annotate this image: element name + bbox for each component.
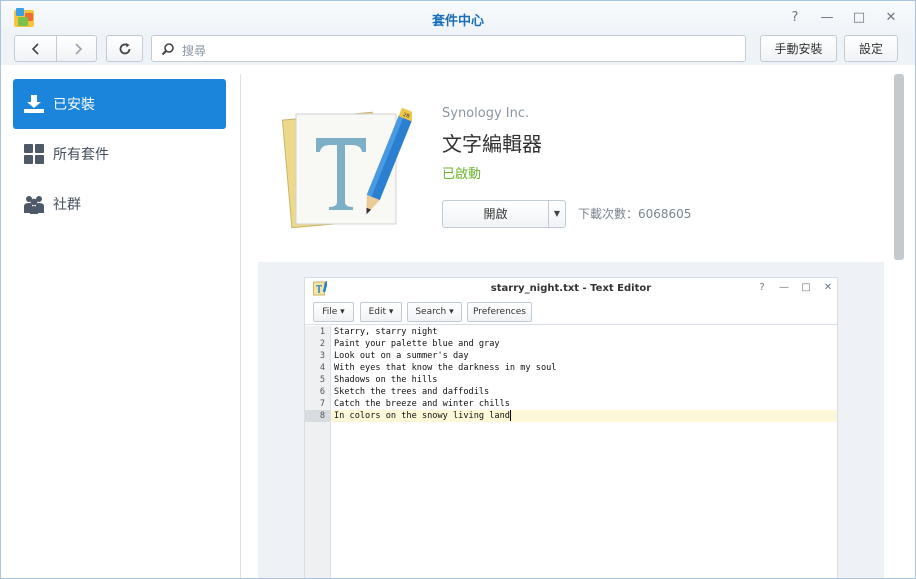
code-line: 4 With eyes that know the darkness in my … (319, 363, 557, 373)
help-button[interactable]: ? (785, 8, 805, 28)
text-cursor (509, 410, 511, 421)
package-status: 已啟動 (442, 167, 482, 182)
search-icon (161, 43, 174, 56)
sidebar-item-label: 社群 (53, 197, 81, 213)
editor-edit-menu: Edit ▾ (360, 302, 402, 322)
title-bar: 套件中心 ? — □ ✕ (1, 1, 915, 35)
download-count: 下載次數：6068605 (578, 207, 692, 221)
chevron-right-icon (74, 42, 82, 55)
nav-group (14, 35, 97, 62)
search-placeholder: 搜尋 (182, 44, 207, 58)
editor-help-icon: ? (759, 282, 765, 293)
sidebar-item-installed[interactable]: 已安裝 (13, 79, 226, 129)
sidebar-item-all-packages[interactable]: 所有套件 (13, 129, 226, 179)
screenshot-area: starry_night.txt - Text Editor ? — □ ✕ F… (258, 262, 884, 578)
maximize-button[interactable]: □ (849, 8, 869, 28)
forward-button[interactable] (57, 36, 98, 61)
sidebar-item-community[interactable]: 社群 (13, 179, 226, 229)
editor-toolbar: File ▾ Edit ▾ Search ▾ Preferences (305, 300, 837, 325)
community-icon (23, 193, 45, 215)
editor-body: 1 Starry, starry night 2 Paint your palett… (305, 326, 837, 578)
package-vendor: Synology Inc. (442, 106, 530, 121)
editor-title-bar: starry_night.txt - Text Editor ? — □ ✕ (305, 278, 837, 300)
search-input[interactable]: 搜尋 (151, 35, 746, 62)
refresh-button[interactable] (106, 35, 143, 62)
code-line: 6 Sketch the trees and daffodils (319, 387, 490, 397)
editor-minimize-icon: — (779, 282, 789, 293)
editor-search-menu: Search ▾ (407, 302, 462, 322)
code-line: 3 Look out on a summer's day (319, 351, 469, 361)
editor-file-menu: File ▾ (313, 302, 354, 322)
package-name: 文字編輯器 (442, 132, 542, 156)
code-line-active: 8 In colors on the snowy living land (305, 410, 837, 422)
download-icon (23, 93, 45, 115)
package-detail-panel: 2B Synology Inc. 文字編輯器 已啟動 開啟 ▼ 下載次數：606… (242, 74, 915, 578)
code-line: 5 Shadows on the hills (319, 375, 438, 385)
settings-button[interactable]: 設定 (844, 35, 898, 62)
sidebar-item-label: 已安裝 (53, 97, 95, 113)
window-title: 套件中心 (431, 14, 484, 29)
open-split-button: 開啟 ▼ (442, 200, 566, 228)
refresh-icon (119, 42, 130, 54)
package-center-window: 套件中心 ? — □ ✕ 搜尋 手動安裝 設定 已安裝 所有套件 社群 2B S… (0, 0, 916, 579)
manual-install-button[interactable]: 手動安裝 (760, 35, 837, 62)
sidebar-item-label: 所有套件 (53, 147, 109, 163)
minimize-button[interactable]: — (817, 8, 837, 28)
grid-icon (23, 143, 45, 165)
sidebar: 已安裝 所有套件 社群 (1, 74, 241, 578)
close-button[interactable]: ✕ (881, 8, 901, 28)
text-editor-app-icon: 2B (282, 107, 412, 229)
toolbar: 搜尋 手動安裝 設定 (1, 35, 915, 65)
code-line: 2 Paint your palette blue and gray (319, 339, 500, 349)
caret-down-icon[interactable]: ▼ (549, 201, 565, 227)
open-button[interactable]: 開啟 (443, 201, 548, 227)
back-button[interactable] (15, 36, 56, 61)
code-line: 7 Catch the breeze and winter chills (319, 399, 510, 409)
scrollbar[interactable] (894, 74, 904, 260)
editor-close-icon: ✕ (823, 282, 833, 293)
editor-maximize-icon: □ (801, 282, 811, 293)
editor-preferences-menu: Preferences (467, 302, 532, 322)
editor-screenshot: starry_night.txt - Text Editor ? — □ ✕ F… (304, 277, 838, 578)
code-line: 1 Starry, starry night (319, 327, 438, 337)
chevron-left-icon (31, 42, 39, 55)
